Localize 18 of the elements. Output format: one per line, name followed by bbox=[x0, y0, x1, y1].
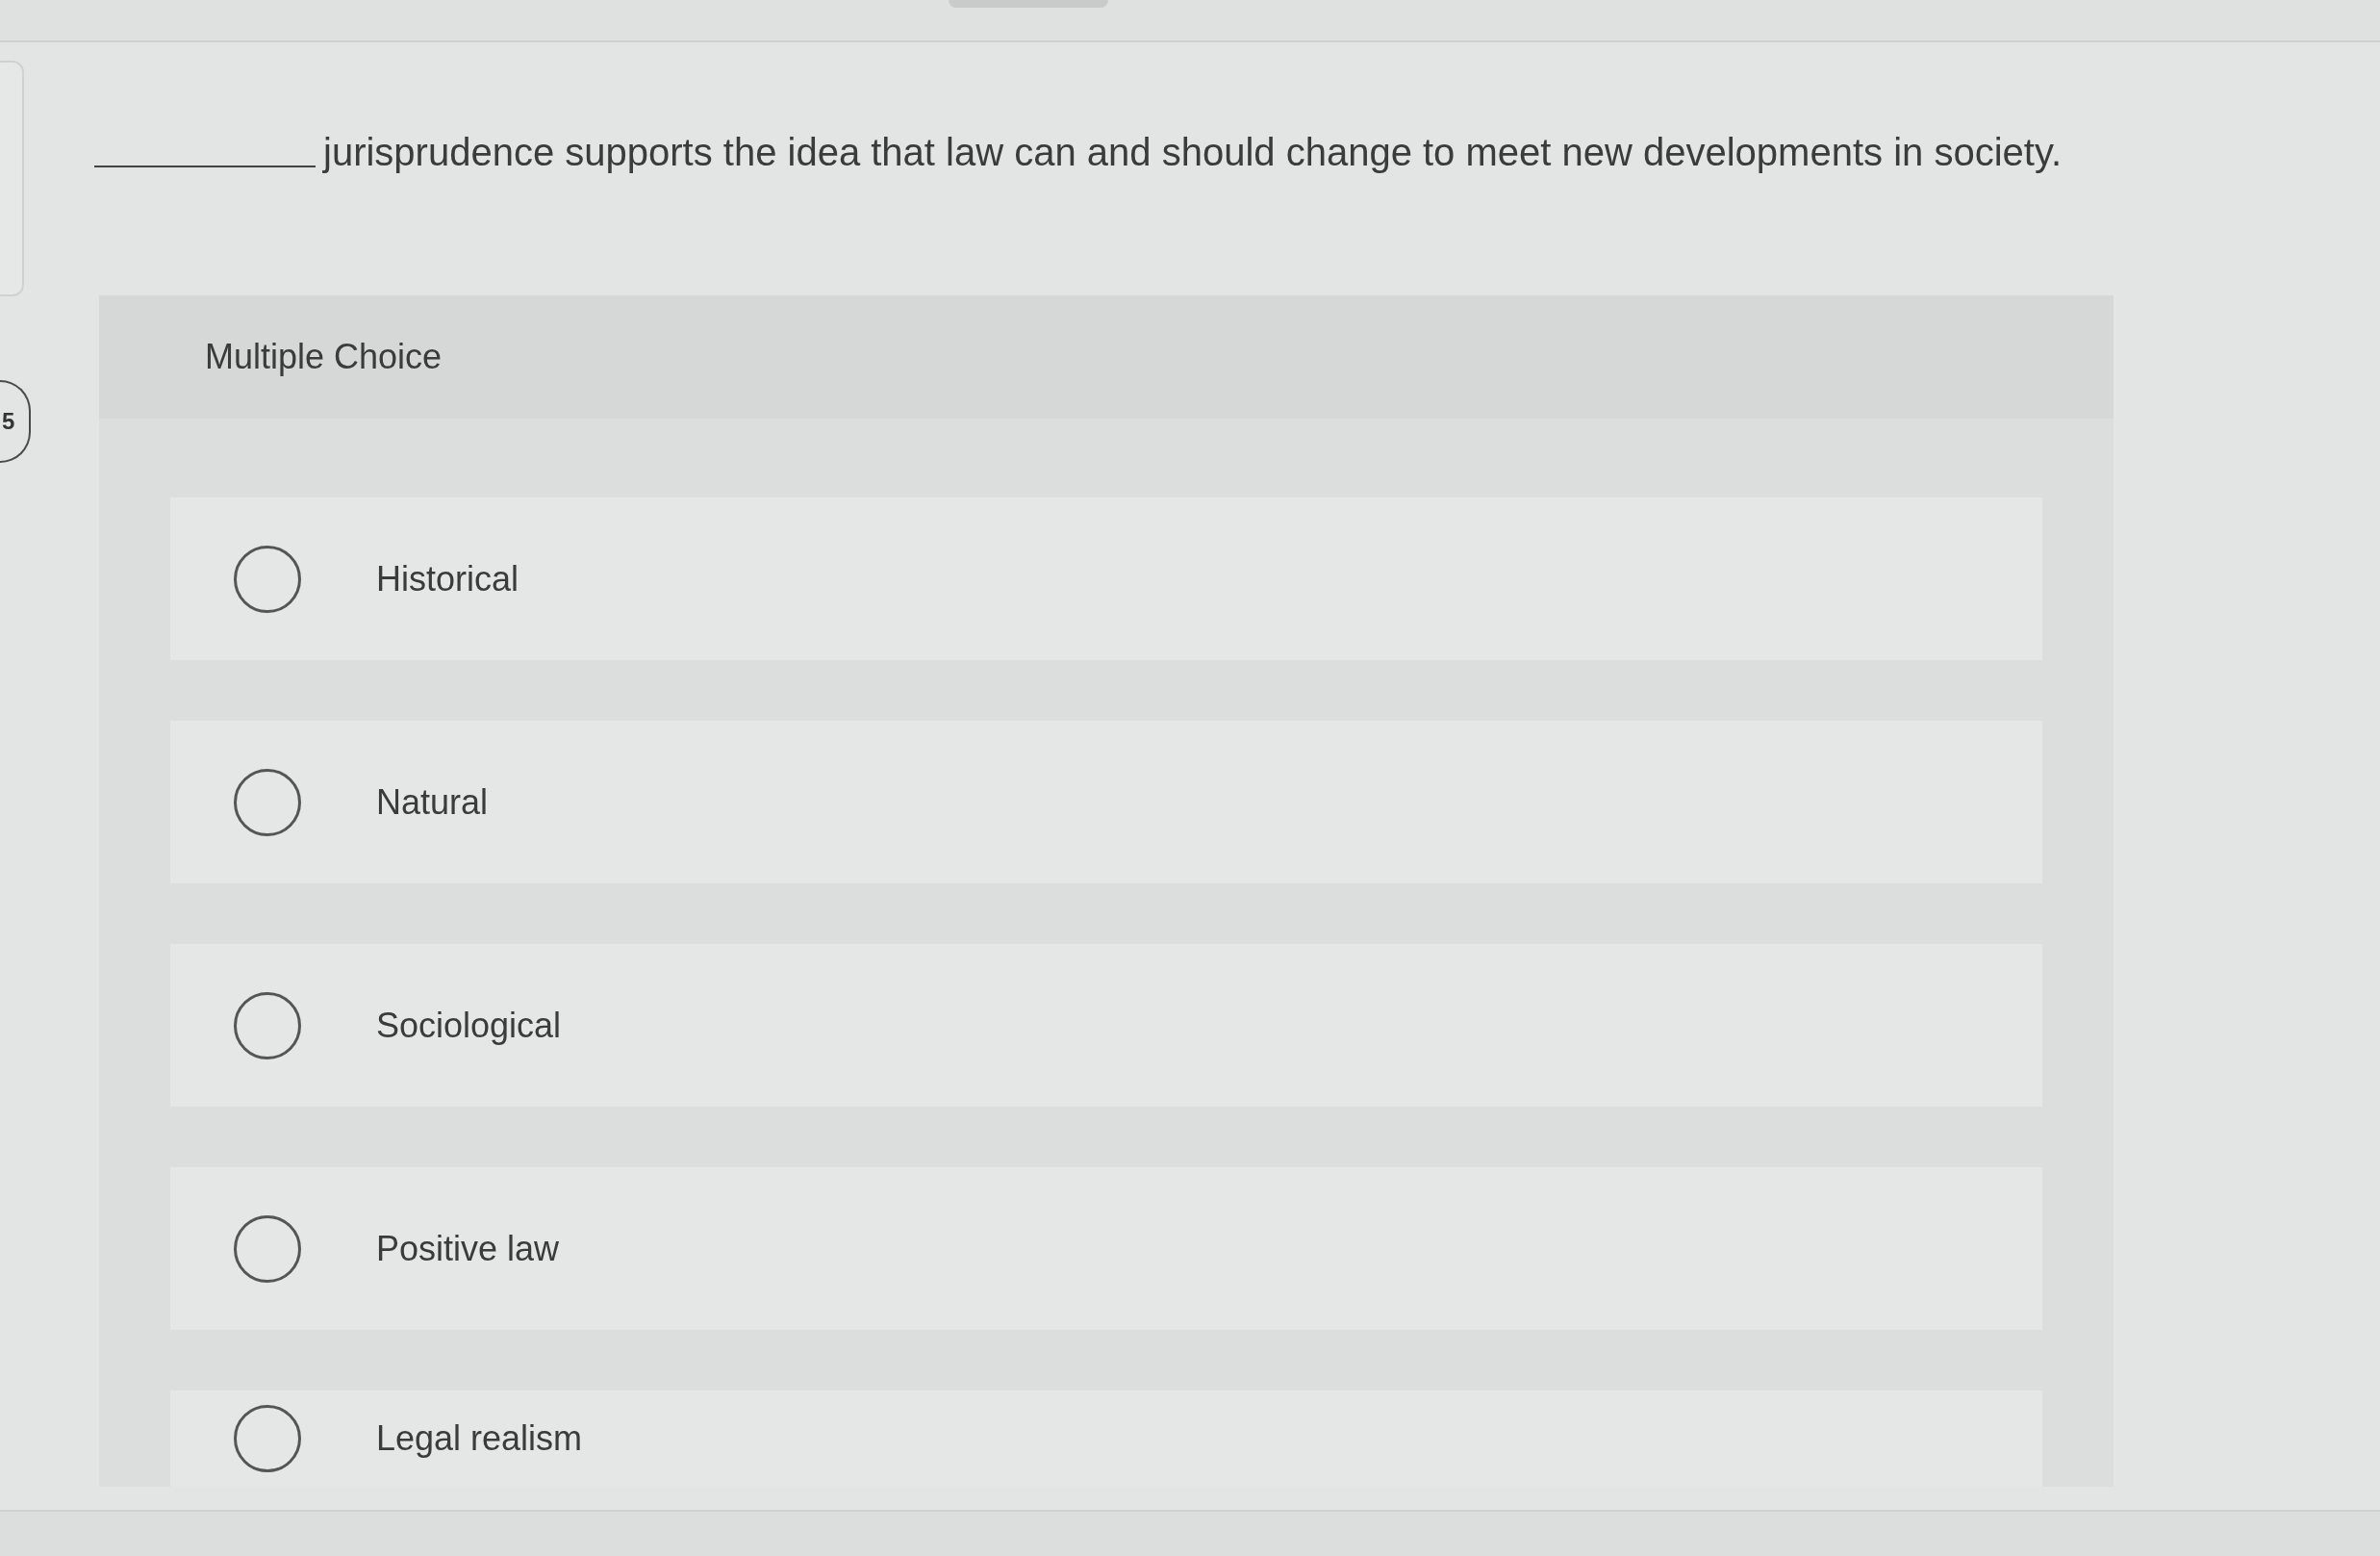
question-number-badge: 5 bbox=[0, 380, 31, 463]
option-card[interactable]: Natural bbox=[170, 721, 2042, 883]
option-label: Sociological bbox=[376, 1004, 562, 1047]
option-card[interactable]: Historical bbox=[170, 497, 2042, 660]
radio-button[interactable] bbox=[234, 1214, 301, 1283]
question-text: jurisprudence supports the idea that law can and should change to meet new developments in society. bbox=[323, 130, 2063, 175]
section-heading: Multiple Choice bbox=[205, 336, 443, 378]
option-label: Natural bbox=[376, 780, 489, 824]
radio-button[interactable] bbox=[234, 991, 301, 1059]
option-label: Positive law bbox=[376, 1227, 560, 1270]
radio-button[interactable] bbox=[234, 545, 301, 613]
option-card[interactable]: Legal realism bbox=[170, 1390, 2042, 1487]
option-label: Historical bbox=[376, 557, 519, 600]
option-card[interactable]: Sociological bbox=[170, 944, 2042, 1107]
option-card[interactable]: Positive law bbox=[170, 1167, 2042, 1330]
radio-button[interactable] bbox=[234, 1405, 301, 1472]
option-label: Legal realism bbox=[376, 1417, 583, 1460]
radio-button[interactable] bbox=[234, 768, 301, 836]
